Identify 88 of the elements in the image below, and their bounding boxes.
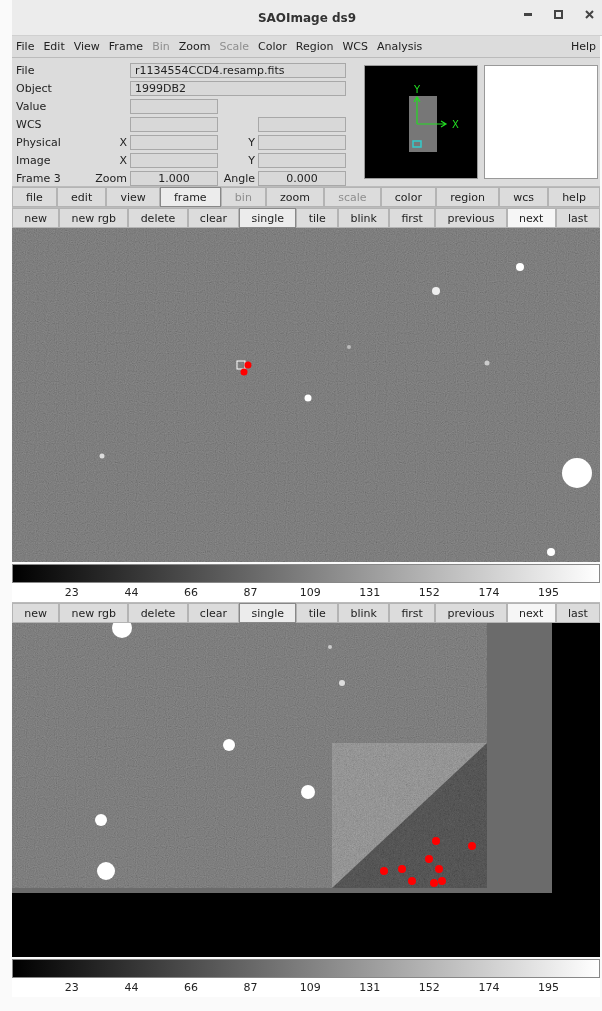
field-label: WCS bbox=[16, 117, 43, 131]
colorbar-tick-label: 152 bbox=[417, 981, 441, 994]
colorbar-tick-label: 87 bbox=[242, 981, 259, 994]
command-button[interactable]: delete bbox=[128, 208, 188, 228]
colorbar-tick-label: 131 bbox=[358, 586, 382, 599]
menu-item[interactable]: Zoom bbox=[178, 40, 211, 53]
colorbar-tick-label: 23 bbox=[63, 586, 80, 599]
command-button[interactable]: blink bbox=[338, 603, 390, 623]
command-button[interactable]: last bbox=[555, 603, 601, 623]
menu-item[interactable]: Region bbox=[295, 40, 334, 53]
menu-item[interactable]: Frame bbox=[108, 40, 144, 53]
axis-label: Y bbox=[247, 153, 256, 167]
field-label: File bbox=[16, 63, 36, 77]
maximize-icon[interactable] bbox=[554, 10, 563, 19]
axis-label: X bbox=[118, 135, 128, 149]
menu-item[interactable]: Edit bbox=[43, 40, 65, 53]
physical-x-field[interactable] bbox=[130, 134, 218, 150]
command-button[interactable]: previous bbox=[435, 208, 507, 228]
field-label: Angle bbox=[222, 171, 256, 185]
menu-item[interactable]: Color bbox=[258, 40, 287, 53]
colorbar-tick-label: 131 bbox=[358, 981, 382, 994]
command-button[interactable]: next bbox=[506, 208, 556, 228]
field-label: Object bbox=[16, 81, 53, 95]
command-button[interactable]: next bbox=[506, 603, 556, 623]
toolbar-button[interactable]: frame bbox=[159, 187, 221, 207]
toolbar-button[interactable]: wcs bbox=[499, 187, 549, 207]
command-button[interactable]: blink bbox=[338, 208, 390, 228]
physical-y-field[interactable] bbox=[258, 134, 346, 150]
angle-field[interactable]: 0.000 bbox=[258, 170, 346, 186]
toolbar-button[interactable]: file bbox=[12, 187, 57, 207]
menu-item[interactable]: Help bbox=[570, 40, 596, 53]
toolbar-button[interactable]: edit bbox=[57, 187, 107, 207]
axis-label: Y bbox=[247, 135, 256, 149]
command-button[interactable]: new rgb bbox=[59, 603, 129, 623]
command-button[interactable]: first bbox=[389, 208, 436, 228]
toolbar-button[interactable]: zoom bbox=[265, 187, 325, 207]
menu-item[interactable]: WCS bbox=[342, 40, 368, 53]
colorbar-tick-label: 23 bbox=[63, 981, 80, 994]
command-button[interactable]: tile bbox=[296, 208, 339, 228]
zoom-field[interactable]: 1.000 bbox=[130, 170, 218, 186]
command-button[interactable]: delete bbox=[128, 603, 188, 623]
command-button[interactable]: new bbox=[12, 208, 60, 228]
menu-item[interactable]: View bbox=[73, 40, 100, 53]
command-button[interactable]: previous bbox=[435, 603, 507, 623]
panner-drawing[interactable]: Y X bbox=[364, 65, 478, 179]
field-label: Zoom bbox=[94, 171, 128, 185]
field-label: Value bbox=[16, 99, 48, 113]
command-button[interactable]: single bbox=[239, 603, 297, 623]
menu-item[interactable]: File bbox=[16, 40, 35, 53]
window-title: SAOImage ds9 bbox=[257, 10, 357, 25]
axis-label: X bbox=[118, 153, 128, 167]
command-button[interactable]: new rgb bbox=[59, 208, 129, 228]
close-icon[interactable] bbox=[585, 10, 594, 19]
colorbar-tick-label: 66 bbox=[183, 586, 199, 599]
colorbar-tick-label: 174 bbox=[477, 586, 501, 599]
colorbar-tick-label: 174 bbox=[477, 981, 501, 994]
command-button[interactable]: first bbox=[389, 603, 436, 623]
toolbar-button[interactable]: color bbox=[380, 187, 436, 207]
object-field[interactable]: 1999DB2 bbox=[130, 80, 346, 96]
command-button[interactable]: last bbox=[555, 208, 601, 228]
minimize-icon[interactable] bbox=[524, 13, 532, 16]
colorbar-tick-label: 152 bbox=[417, 586, 441, 599]
colorbar-tick-label: 195 bbox=[537, 981, 561, 994]
value-field[interactable] bbox=[130, 98, 218, 114]
field-label: Image bbox=[16, 153, 52, 167]
toolbar-button[interactable]: region bbox=[436, 187, 500, 207]
file-field[interactable]: r1134554CCD4.resamp.fits bbox=[130, 62, 346, 78]
colorbar-tick-label: 87 bbox=[242, 586, 259, 599]
image-x-field[interactable] bbox=[130, 152, 218, 168]
command-button[interactable]: new bbox=[12, 603, 60, 623]
menu-item[interactable]: Analysis bbox=[377, 40, 423, 53]
colorbar-tick-label: 109 bbox=[298, 586, 322, 599]
colorbar-tick-label: 44 bbox=[123, 586, 140, 599]
colorbar-tick-label: 66 bbox=[183, 981, 199, 994]
command-button[interactable]: single bbox=[239, 208, 297, 228]
colorbar-tick-label: 44 bbox=[123, 981, 140, 994]
command-button[interactable]: tile bbox=[296, 603, 339, 623]
toolbar-button[interactable]: view bbox=[106, 187, 160, 207]
colorbar-tick-label: 195 bbox=[537, 586, 561, 599]
wcs-field[interactable] bbox=[130, 116, 218, 132]
command-button[interactable]: clear bbox=[187, 208, 240, 228]
frame-label: Frame 3 bbox=[16, 171, 62, 185]
toolbar-button[interactable]: help bbox=[548, 187, 601, 207]
field-label: Physical bbox=[16, 135, 62, 149]
colorbar-tick-label: 109 bbox=[298, 981, 322, 994]
wcs-field[interactable] bbox=[258, 116, 346, 132]
command-button[interactable]: clear bbox=[187, 603, 240, 623]
image-y-field[interactable] bbox=[258, 152, 346, 168]
